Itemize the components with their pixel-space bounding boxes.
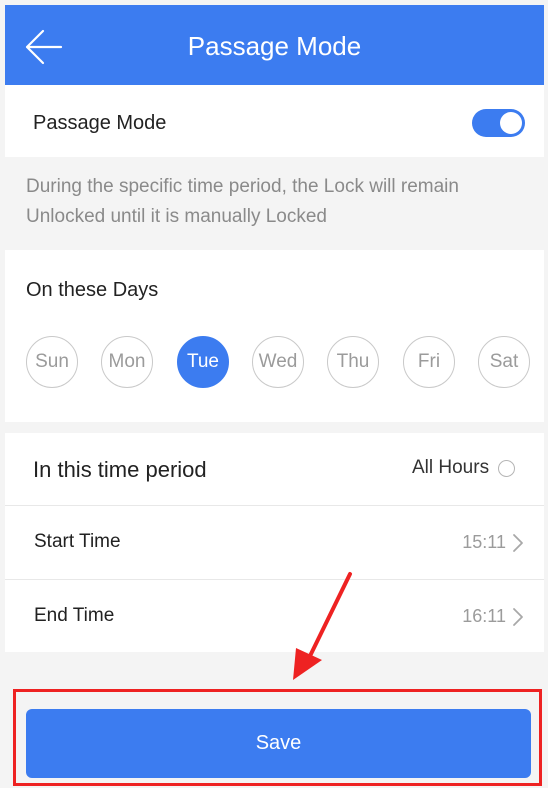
passage-mode-label: Passage Mode: [33, 112, 167, 134]
all-hours-label: All Hours: [412, 457, 490, 478]
page-title: Passage Mode: [187, 31, 362, 61]
toggle-knob: [500, 112, 522, 134]
start-time-label: Start Time: [34, 531, 121, 552]
all-hours-option[interactable]: All Hours: [412, 457, 516, 479]
header-bar: Passage Mode: [5, 5, 544, 85]
end-time-value: 16:11: [462, 606, 506, 626]
day-thu[interactable]: Thu: [327, 336, 379, 388]
day-sun[interactable]: Sun: [26, 336, 78, 388]
passage-mode-description: During the specific time period, the Loc…: [26, 176, 459, 227]
chevron-right-icon: [513, 608, 523, 626]
end-time-row[interactable]: End Time 16:11: [5, 580, 544, 653]
day-tue[interactable]: Tue: [177, 336, 229, 388]
save-button[interactable]: Save: [26, 709, 531, 778]
start-time-row[interactable]: Start Time 15:11: [5, 506, 544, 579]
end-time-label: End Time: [34, 605, 115, 626]
day-mon[interactable]: Mon: [101, 336, 153, 388]
chevron-right-icon: [513, 534, 523, 552]
day-wed[interactable]: Wed: [252, 336, 304, 388]
time-period-title: In this time period: [33, 457, 207, 482]
day-fri[interactable]: Fri: [403, 336, 455, 388]
start-time-value: 15:11: [462, 532, 506, 552]
day-sat[interactable]: Sat: [478, 336, 530, 388]
passage-mode-toggle[interactable]: [472, 109, 525, 137]
radio-icon[interactable]: [498, 459, 516, 477]
days-title: On these Days: [26, 279, 159, 301]
